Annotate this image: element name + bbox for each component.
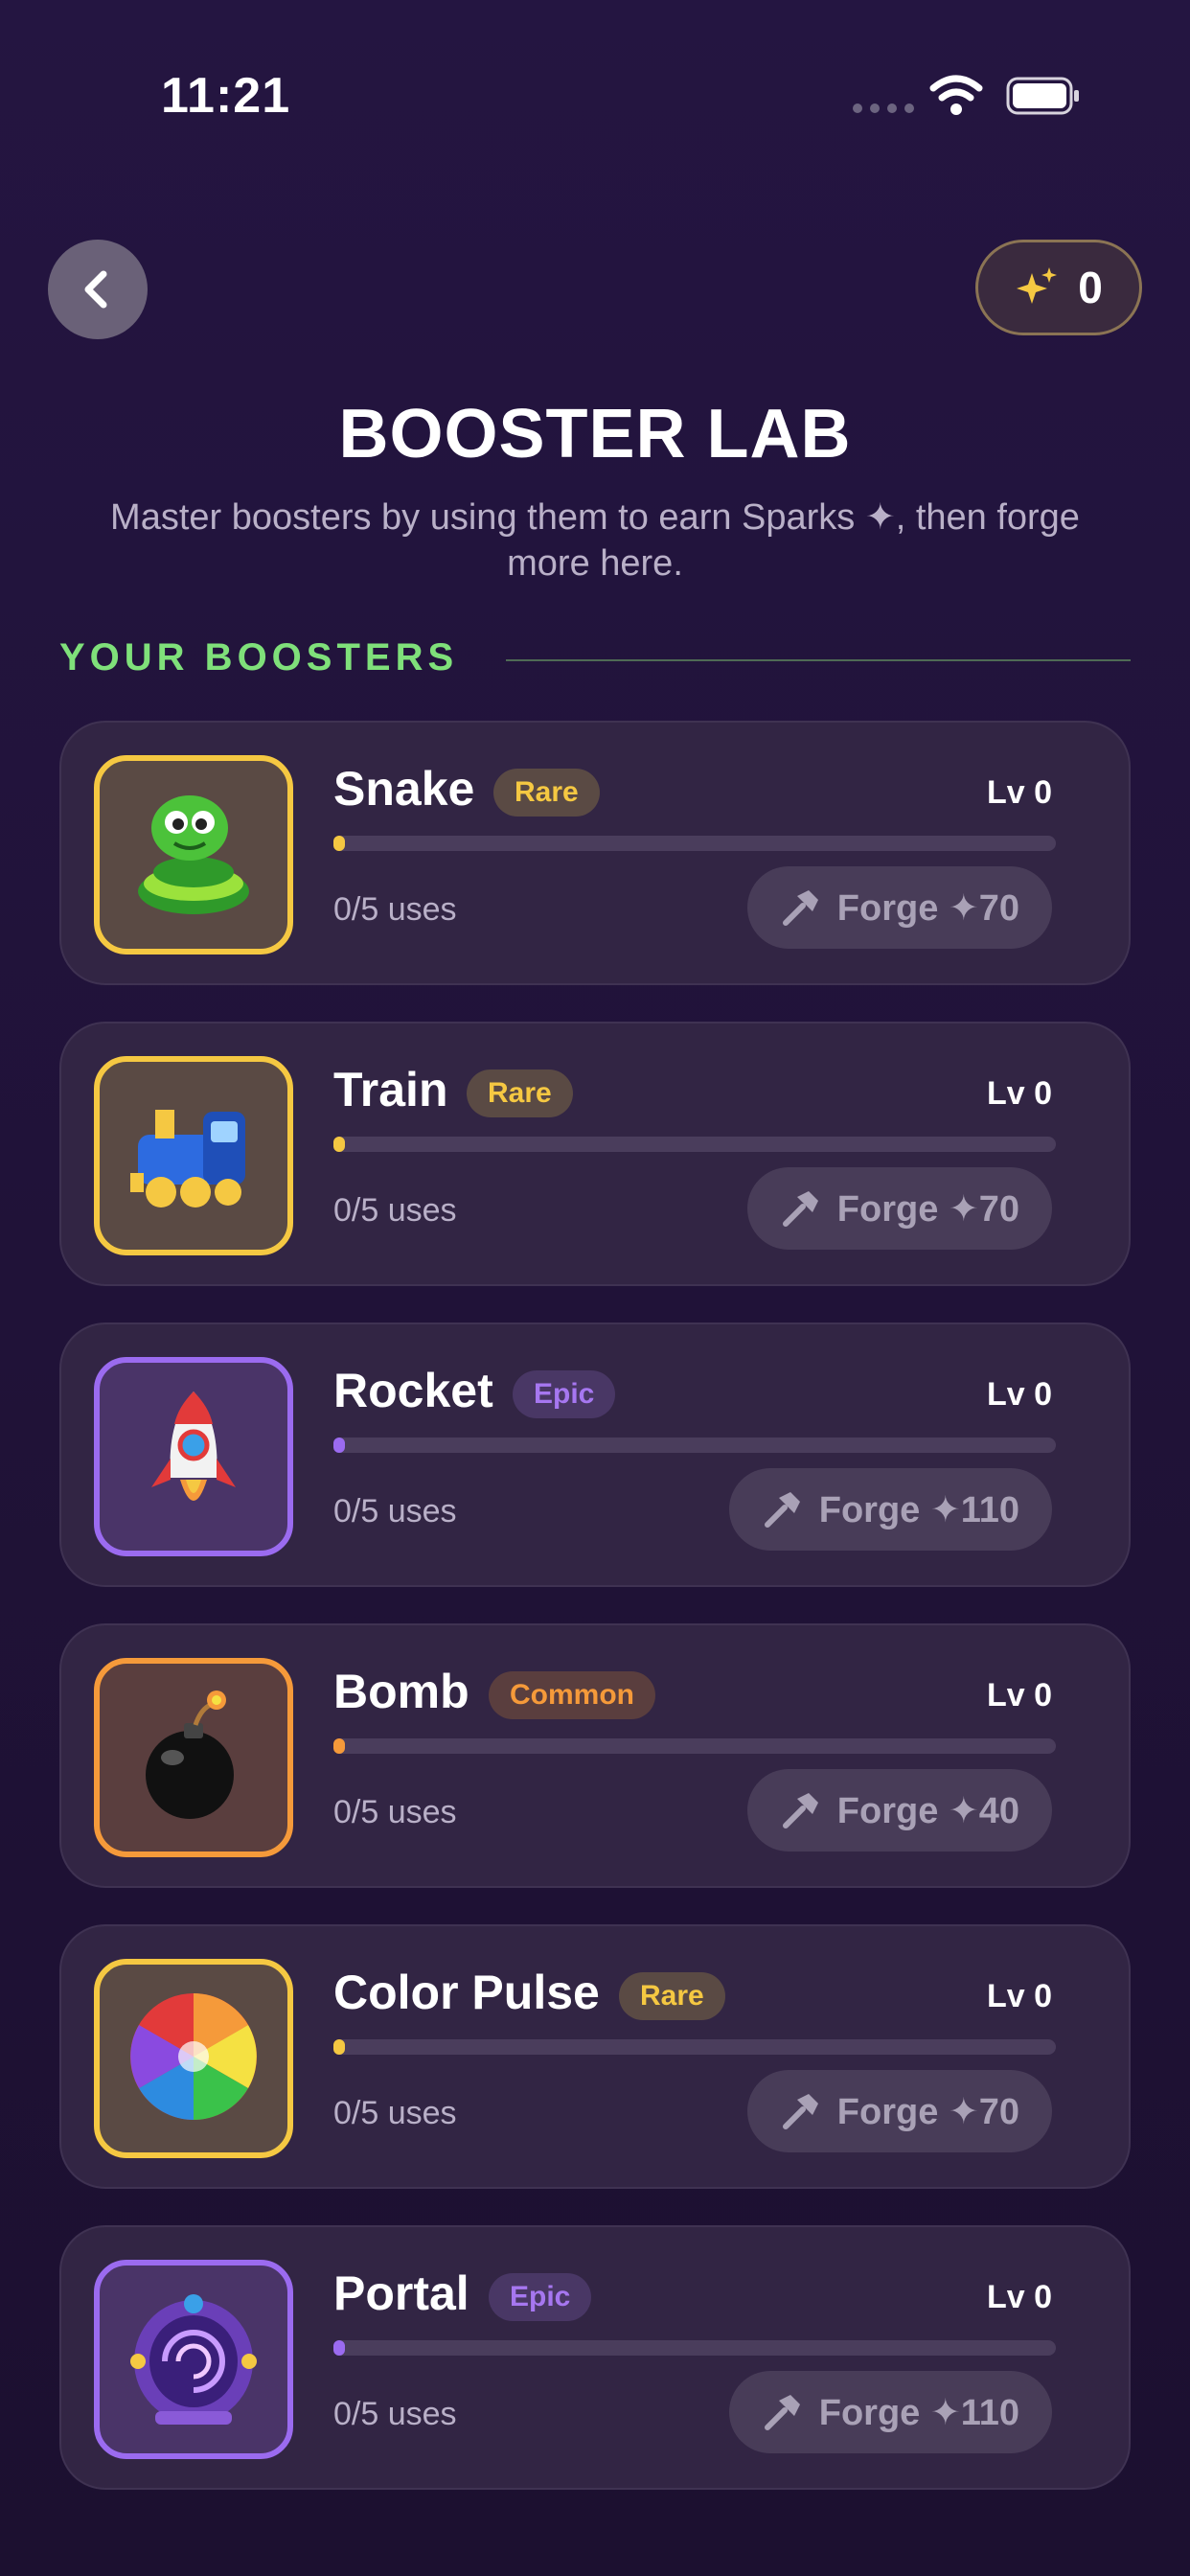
booster-uses: 0/5 uses <box>333 1192 457 1229</box>
booster-thumbnail <box>94 1357 293 1556</box>
forge-label: Forge ✦110 <box>818 1489 1019 1530</box>
rarity-badge: Rare <box>467 1070 573 1117</box>
booster-level: Lv 0 <box>986 1376 1052 1413</box>
booster-thumbnail <box>94 1658 293 1857</box>
sparks-balance[interactable]: 0 <box>975 240 1142 335</box>
status-time: 11:21 <box>161 68 291 124</box>
cellular-signal-icon <box>853 104 914 113</box>
rarity-badge: Epic <box>513 1370 616 1418</box>
booster-level: Lv 0 <box>986 774 1052 811</box>
booster-uses: 0/5 uses <box>333 2396 457 2432</box>
booster-uses: 0/5 uses <box>333 1493 457 1530</box>
progress-fill <box>333 1738 345 1754</box>
forge-button[interactable]: Forge ✦110 <box>728 1468 1052 1551</box>
booster-level: Lv 0 <box>986 2279 1052 2315</box>
forge-label: Forge ✦70 <box>836 2091 1019 2132</box>
forge-button[interactable]: Forge ✦70 <box>746 2070 1052 2152</box>
booster-name: Bomb <box>333 1665 469 1718</box>
booster-thumbnail <box>94 1959 293 2158</box>
forge-label: Forge ✦110 <box>818 2392 1019 2433</box>
snake-icon <box>117 776 270 934</box>
booster-name: Portal <box>333 2266 469 2320</box>
forge-label: Forge ✦70 <box>836 1188 1019 1230</box>
forge-button[interactable]: Forge ✦110 <box>728 2371 1052 2453</box>
sparkles-icon <box>1017 267 1058 304</box>
progress-track <box>333 1137 1056 1152</box>
progress-track <box>333 2340 1056 2356</box>
wifi-icon <box>929 75 983 115</box>
booster-level: Lv 0 <box>986 1677 1052 1714</box>
hammer-icon <box>764 2395 800 2430</box>
progress-fill <box>333 2340 345 2356</box>
progress-fill <box>333 836 345 851</box>
progress-fill <box>333 2039 345 2055</box>
hammer-icon <box>782 1191 818 1227</box>
booster-card-rocket[interactable]: Rocket Epic Lv 0 0/5 uses Forge ✦110 <box>59 1322 1131 1587</box>
progress-track <box>333 2039 1056 2055</box>
hammer-icon <box>782 1793 818 1828</box>
rarity-badge: Rare <box>493 769 600 816</box>
booster-name: Snake <box>333 762 475 816</box>
progress-track <box>333 1438 1056 1453</box>
portal-icon <box>117 2281 270 2439</box>
bomb-icon <box>117 1679 270 1837</box>
hammer-icon <box>782 890 818 926</box>
booster-name: Train <box>333 1063 448 1116</box>
rarity-badge: Common <box>489 1671 655 1719</box>
sparks-count: 0 <box>1078 263 1103 312</box>
booster-name: Color Pulse <box>333 1966 600 2019</box>
page-title: BOOSTER LAB <box>338 396 852 472</box>
section-divider <box>506 659 1131 661</box>
booster-thumbnail <box>94 755 293 954</box>
color-pulse-icon <box>117 1980 270 2138</box>
status-bar: 11:21 <box>0 0 1190 192</box>
booster-card-portal[interactable]: Portal Epic Lv 0 0/5 uses Forge ✦110 <box>59 2225 1131 2490</box>
hammer-icon <box>764 1492 800 1528</box>
rarity-badge: Rare <box>619 1972 725 2020</box>
booster-card-train[interactable]: Train Rare Lv 0 0/5 uses Forge ✦70 <box>59 1022 1131 1286</box>
chevron-left-icon <box>84 270 107 309</box>
booster-card-snake[interactable]: Snake Rare Lv 0 0/5 uses Forge ✦70 <box>59 721 1131 985</box>
progress-track <box>333 1738 1056 1754</box>
booster-card-color-pulse[interactable]: Color Pulse Rare Lv 0 0/5 uses Forge ✦70 <box>59 1924 1131 2189</box>
hammer-icon <box>782 2094 818 2129</box>
booster-uses: 0/5 uses <box>333 1794 457 1830</box>
booster-name: Rocket <box>333 1364 493 1417</box>
booster-level: Lv 0 <box>986 1075 1052 1112</box>
rocket-icon <box>117 1378 270 1536</box>
train-icon <box>117 1077 270 1235</box>
forge-label: Forge ✦70 <box>836 887 1019 929</box>
progress-fill <box>333 1438 345 1453</box>
forge-button[interactable]: Forge ✦70 <box>746 1167 1052 1250</box>
section-label: YOUR BOOSTERS <box>59 636 459 678</box>
booster-card-bomb[interactable]: Bomb Common Lv 0 0/5 uses Forge ✦40 <box>59 1623 1131 1888</box>
battery-icon <box>1006 77 1079 115</box>
forge-label: Forge ✦40 <box>836 1790 1019 1831</box>
rarity-badge: Epic <box>489 2273 592 2321</box>
booster-thumbnail <box>94 2260 293 2459</box>
booster-thumbnail <box>94 1056 293 1255</box>
progress-track <box>333 836 1056 851</box>
progress-fill <box>333 1137 345 1152</box>
booster-uses: 0/5 uses <box>333 891 457 928</box>
forge-button[interactable]: Forge ✦70 <box>746 866 1052 949</box>
booster-uses: 0/5 uses <box>333 2095 457 2131</box>
booster-level: Lv 0 <box>986 1978 1052 2014</box>
forge-button[interactable]: Forge ✦40 <box>746 1769 1052 1852</box>
page-subtitle: Master boosters by using them to earn Sp… <box>110 497 1080 584</box>
back-button[interactable] <box>48 240 148 339</box>
